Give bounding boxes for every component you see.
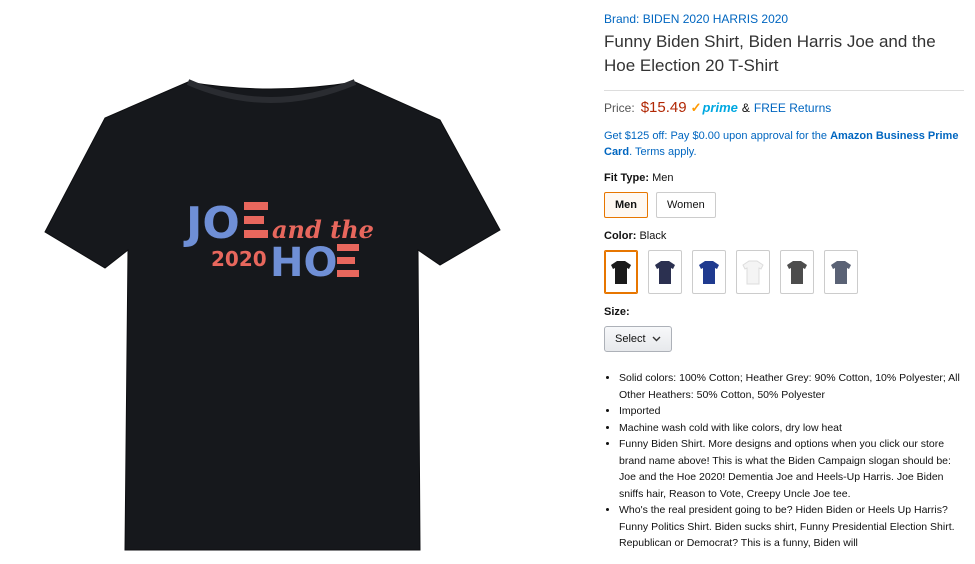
tshirt-icon [787, 261, 807, 284]
color-label: Color: [604, 230, 637, 242]
prime-check-icon: ✓ [690, 100, 702, 115]
product-title: Funny Biden Shirt, Biden Harris Joe and … [604, 32, 936, 75]
size-label: Size: [604, 306, 630, 318]
divider [604, 90, 964, 91]
tshirt-shape [44, 81, 501, 551]
size-select-label: Select [615, 333, 646, 345]
product-image[interactable]: JO and the 2020 HO [0, 0, 560, 559]
price-amp: & [741, 101, 750, 115]
chevron-down-icon [652, 336, 661, 342]
price-value: $15.49 [640, 99, 687, 116]
promo-text[interactable]: Get $125 off: Pay $0.00 upon approval fo… [604, 128, 964, 160]
brand-link[interactable]: Brand: BIDEN 2020 HARRIS 2020 [604, 12, 964, 26]
promo-lead: Get $125 off: Pay $0.00 upon approval fo… [604, 130, 831, 142]
color-swatches [604, 250, 964, 294]
design-ho-text: HO [270, 240, 337, 286]
tshirt-icon [699, 261, 719, 284]
tshirt-image: JO and the 2020 HO [44, 79, 501, 551]
feature-bullet: Funny Biden Shirt. More designs and opti… [619, 436, 969, 502]
feature-bullet: Who's the real president going to be? Hi… [619, 502, 969, 552]
feature-bullet: Imported [619, 403, 969, 420]
tshirt-icon [655, 261, 675, 284]
size-label-row: Size: [604, 306, 964, 318]
color-swatch-royal-blue[interactable] [692, 250, 726, 294]
free-returns-link[interactable]: FREE Returns [754, 101, 831, 115]
design-joe-text: JO [183, 198, 240, 249]
feature-bullets: Solid colors: 100% Cotton; Heather Grey:… [604, 370, 969, 552]
tshirt-icon [831, 261, 851, 284]
fit-option-women[interactable]: Women [656, 192, 716, 218]
color-swatch-dark-grey[interactable] [780, 250, 814, 294]
feature-bullet: Machine wash cold with like colors, dry … [619, 420, 969, 437]
fit-type-label: Fit Type: [604, 172, 650, 184]
product-info: Brand: BIDEN 2020 HARRIS 2020 Funny Bide… [604, 12, 964, 552]
price-row: Price: $15.49 ✓ prime & FREE Returns [604, 99, 964, 116]
price-label: Price: [604, 101, 635, 115]
color-label-row: Color: Black [604, 230, 964, 242]
color-swatch-white[interactable] [736, 250, 770, 294]
color-value: Black [639, 230, 667, 242]
fit-type-label-row: Fit Type: Men [604, 172, 964, 184]
promo-end: . Terms apply. [629, 146, 697, 158]
color-swatch-black[interactable] [604, 250, 638, 294]
feature-bullet: Solid colors: 100% Cotton; Heather Grey:… [619, 370, 969, 403]
fit-type-options: Men Women [604, 192, 964, 218]
tshirt-icon [742, 260, 764, 285]
color-swatch-slate[interactable] [824, 250, 858, 294]
fit-type-value: Men [652, 172, 674, 184]
design-year-text: 2020 [211, 247, 267, 271]
size-select[interactable]: Select [604, 326, 672, 352]
prime-logo: prime [702, 100, 738, 115]
tshirt-icon [611, 261, 631, 284]
color-swatch-navy[interactable] [648, 250, 682, 294]
fit-option-men[interactable]: Men [604, 192, 648, 218]
